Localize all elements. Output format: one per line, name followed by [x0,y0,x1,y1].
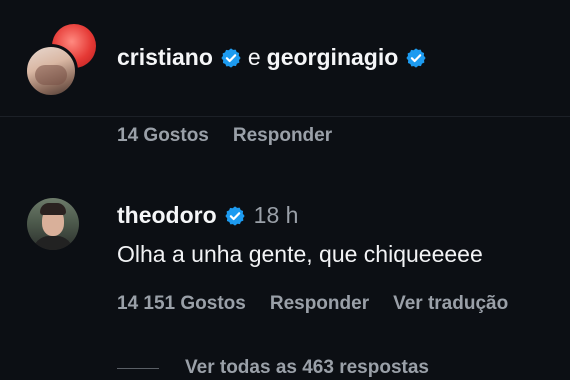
comment-text: Olha a unha gente, que chiqueeeee [117,241,483,267]
comment1-actions: 14 Gostos Responder [117,125,332,147]
comment2-actions: 14 151 Gostos Responder Ver tradução [117,293,508,315]
likes-count[interactable]: 14 Gostos [117,125,209,147]
translate-button[interactable]: Ver tradução [393,293,508,315]
verified-badge-icon [224,205,246,227]
comment1-authors: cristiano e georginagio [117,44,427,71]
collab-avatars[interactable] [22,24,98,100]
verified-badge-icon [405,47,427,69]
author-joiner: e [247,44,261,70]
view-replies-label: Ver todas as 463 respostas [185,357,429,378]
comment-timestamp: 18 h [253,202,299,228]
username-cristiano[interactable]: cristiano [117,44,213,71]
avatar-georginagio[interactable] [24,44,78,98]
reply-button[interactable]: Responder [270,293,369,315]
divider [0,116,570,117]
view-replies-button[interactable]: Ver todas as 463 respostas [117,357,429,379]
likes-count[interactable]: 14 151 Gostos [117,293,246,315]
reply-button[interactable]: Responder [233,125,332,147]
avatar-theodoro[interactable] [27,198,79,250]
comment2-header: theodoro 18 h [117,202,298,229]
replies-line [117,367,159,369]
comments-screen: cristiano e georginagio 14 Gostos Respon… [0,0,570,380]
verified-badge-icon [220,47,242,69]
username-georginagio[interactable]: georginagio [267,44,399,71]
username-theodoro[interactable]: theodoro [117,202,217,229]
